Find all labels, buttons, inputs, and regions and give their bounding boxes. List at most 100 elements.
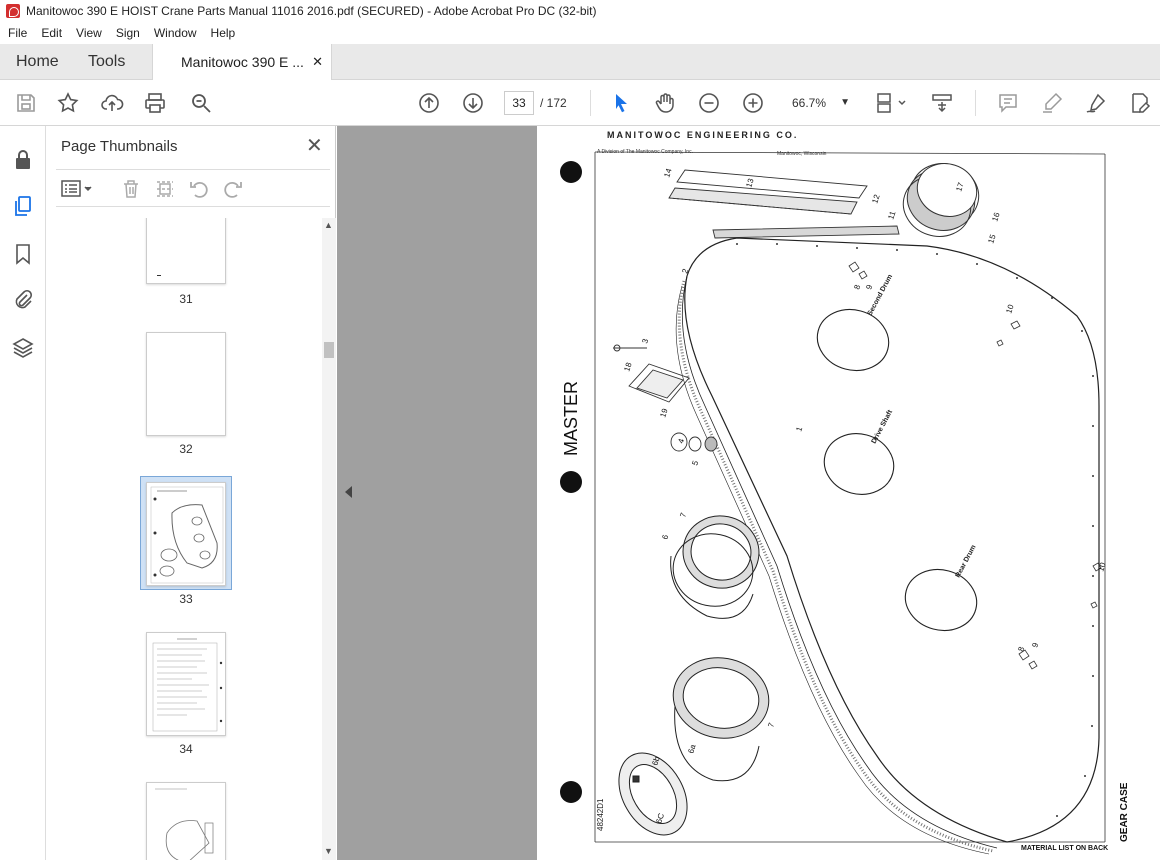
next-page-icon[interactable] [461,91,485,115]
delete-icon[interactable] [120,178,142,200]
callout: 7 [678,511,688,519]
document-gutter [337,126,537,860]
tab-document[interactable]: Manitowoc 390 E ... ✕ [152,44,332,81]
thumbnail-page[interactable] [146,782,226,860]
panel-title: Page Thumbnails [61,138,178,155]
scroll-mode-icon[interactable] [930,91,954,115]
thumbnail-toolbar [56,169,330,207]
callout: 14 [662,167,673,179]
thumbnail-scrollbar[interactable]: ▲ ▼ [322,218,336,860]
label-second-drum: Second Drum [867,273,895,316]
callout: 13 [744,177,755,189]
attachment-icon[interactable] [11,288,35,312]
callout: 8 [852,283,862,291]
zoom-in-icon[interactable] [741,91,765,115]
zoom-level-value: 66.7% [792,96,827,110]
menu-help[interactable]: Help [203,26,242,40]
thumbnail-page[interactable] [146,632,226,736]
callout: 7 [766,721,776,729]
callout: 2 [680,267,690,275]
options-menu-icon[interactable] [60,178,94,200]
document-page[interactable]: MANITOWOC ENGINEERING CO. A Division of … [537,126,1160,860]
page-total: / 172 [540,96,567,110]
drawing-number: 48242D1 [596,798,605,831]
callout: 8 [1016,645,1026,653]
thumbnail-page-number: 33 [179,592,193,606]
callout: 18 [622,361,633,373]
select-cursor-icon[interactable] [609,91,633,115]
tab-home[interactable]: Home [16,44,59,80]
edit-document-icon[interactable] [1128,91,1152,115]
callout: 9 [1030,641,1040,649]
close-panel-icon[interactable]: ✕ [306,136,323,156]
callout: 10 [1096,561,1107,573]
tab-tools[interactable]: Tools [88,44,125,80]
header-company: MANITOWOC ENGINEERING CO. [607,130,798,140]
page-thumbnails-panel: Page Thumbnails ✕ 31 32 33 34 ▲ ▼ [46,126,336,860]
chevron-down-icon: ▼ [840,97,850,108]
thumbnail-list[interactable]: 31 32 33 34 [46,218,336,860]
callout: 6 [660,533,670,541]
star-icon[interactable] [56,91,80,115]
collapse-panel-icon[interactable] [345,486,352,498]
callout: 15 [986,233,997,245]
thumbnail-drawing [155,788,214,860]
zoom-search-icon[interactable] [189,91,213,115]
thumbnail-drawing [150,486,224,584]
rotate-left-icon[interactable] [188,178,210,200]
hand-tool-icon[interactable] [653,91,677,115]
thumbnail-page[interactable] [146,218,226,284]
callout: 3 [640,337,650,345]
upload-cloud-icon[interactable] [100,91,124,115]
lock-icon[interactable] [11,148,35,172]
thumbnail-page-number: 34 [179,742,193,756]
thumbnail-page-selected[interactable] [146,482,226,586]
zoom-out-icon[interactable] [697,91,721,115]
menu-view[interactable]: View [68,26,108,40]
menu-sign[interactable]: Sign [108,26,146,40]
side-label: MASTER [561,381,581,456]
callout: 4 [676,437,686,445]
toolbar-divider [975,90,976,116]
zoom-level-select[interactable]: 66.7% ▼ [786,91,856,115]
thumbnail-page[interactable] [146,332,226,436]
callout: 1 [794,425,804,433]
thumbnail-text-lines [152,638,223,732]
callout: 6a [686,743,697,755]
print-icon[interactable] [143,91,167,115]
label-drive-shaft: Drive Shaft [871,408,895,445]
callout: 16 [990,211,1001,223]
menu-edit[interactable]: Edit [33,26,68,40]
highlight-pen-icon[interactable] [1040,91,1064,115]
menu-file[interactable]: File [0,26,33,40]
header-location: Manitowoc, Wisconsin [777,151,827,157]
comment-icon[interactable] [996,91,1020,115]
scrollbar-thumb[interactable] [324,342,334,358]
rotate-right-icon[interactable] [222,178,244,200]
save-icon[interactable] [14,91,38,115]
close-tab-icon[interactable]: ✕ [312,44,323,80]
acrobat-logo-icon [6,4,20,18]
gear-case-drawing: MANITOWOC ENGINEERING CO. A Division of … [560,130,1130,855]
bookmark-icon[interactable] [11,242,35,266]
page-fit-icon[interactable] [874,91,908,115]
toolbar-divider [590,90,591,116]
footer-note: MATERIAL LIST ON BACK [1021,845,1108,852]
callout: 12 [870,193,881,205]
callout: 10 [1004,303,1015,315]
scroll-up-icon[interactable]: ▲ [324,220,333,230]
toolbar: 33 / 172 66.7% ▼ [0,80,1160,126]
sign-pen-icon[interactable] [1084,91,1108,115]
menu-window[interactable]: Window [146,26,203,40]
scroll-down-icon[interactable]: ▼ [324,846,333,856]
previous-page-icon[interactable] [417,91,441,115]
callout: 19 [658,407,669,419]
page-number-input[interactable]: 33 [504,91,534,115]
corner-title: GEAR CASE [1119,782,1130,842]
extract-pages-icon[interactable] [154,178,176,200]
layers-icon[interactable] [11,336,35,360]
page-thumbnails-icon[interactable] [11,194,35,218]
tab-bar: Home Tools Manitowoc 390 E ... ✕ [0,44,1160,81]
window-title: Manitowoc 390 E HOIST Crane Parts Manual… [26,4,597,18]
callout: 5 [690,459,700,467]
